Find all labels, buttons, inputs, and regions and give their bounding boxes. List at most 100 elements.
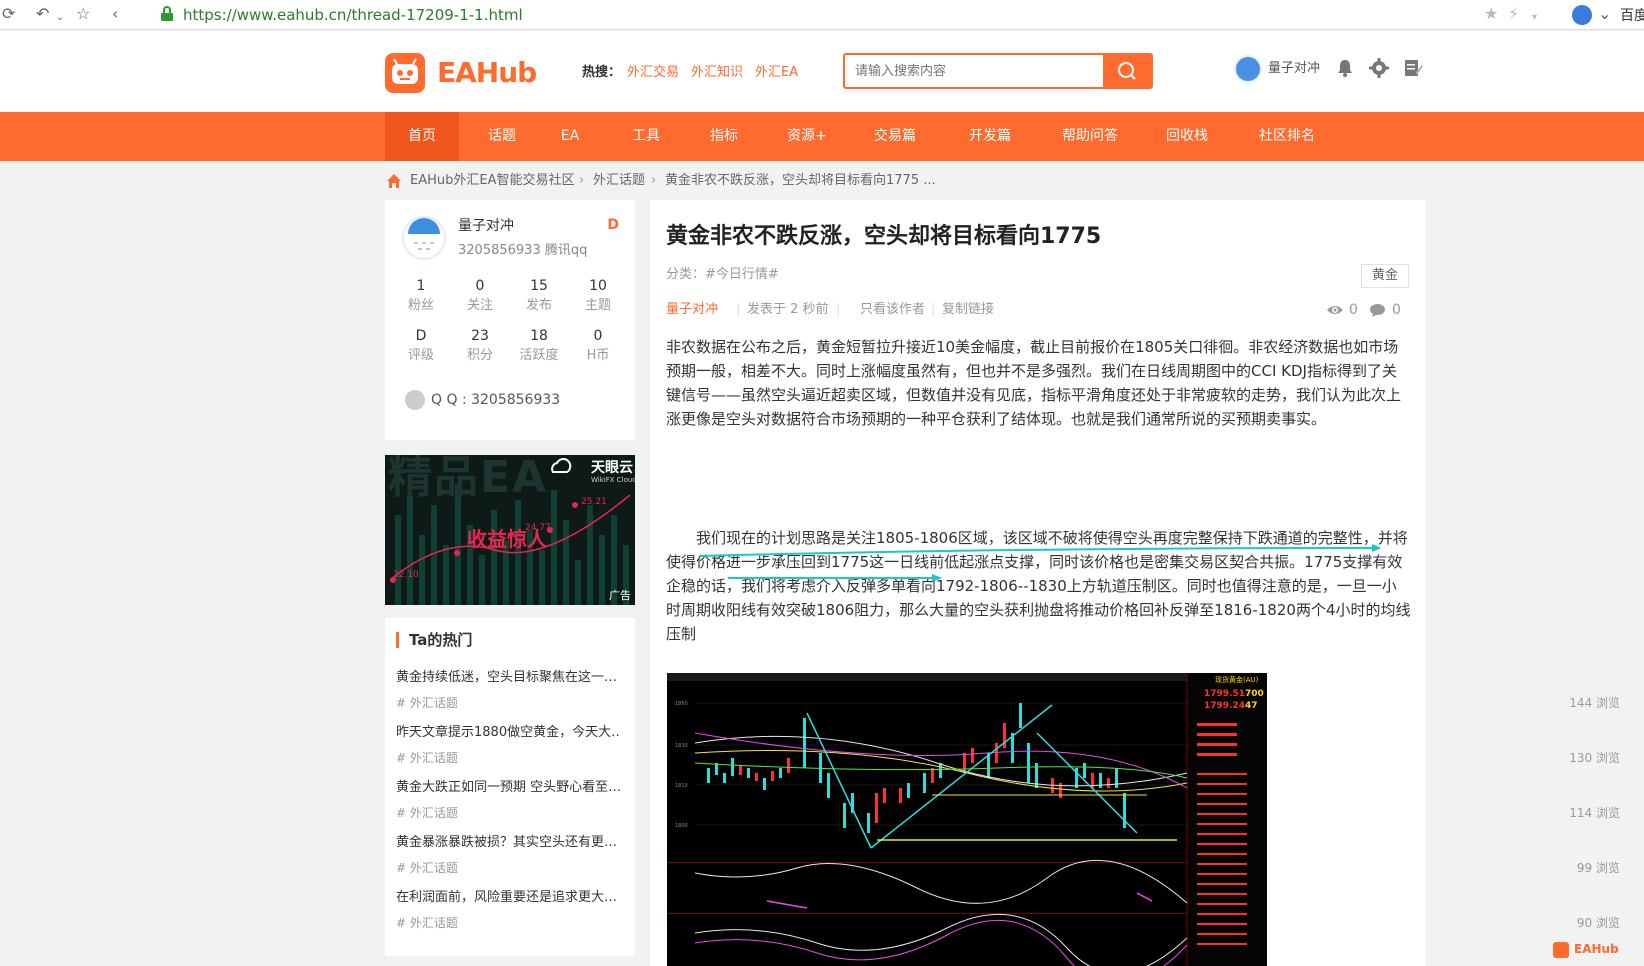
profile-name[interactable]: 量子对冲: [458, 216, 514, 236]
hot-item-category[interactable]: # 外汇话题: [396, 749, 458, 767]
nav-item-indicators[interactable]: 指标: [692, 112, 756, 161]
article-paragraph: 非农数据在公布之后，黄金短暂拉升接近10美金幅度，截止目前报价在1805关口徘徊…: [666, 338, 1402, 428]
nav-item-topics[interactable]: 话题: [470, 112, 534, 161]
svg-text:1800: 1800: [675, 823, 688, 829]
nav-item-ranking[interactable]: 社区排名: [1244, 112, 1330, 161]
nav-item-development[interactable]: 开发篇: [955, 112, 1025, 161]
stat-fans-value[interactable]: 1: [391, 276, 451, 296]
stat-follow-label: 关注: [466, 298, 493, 313]
watermark-text: EAHub: [1574, 942, 1619, 956]
ad-value-2: 24.77: [525, 523, 551, 533]
undo-icon[interactable]: ↶: [36, 4, 49, 24]
search-input[interactable]: [845, 55, 1101, 87]
gear-icon[interactable]: [1368, 57, 1390, 79]
breadcrumb-separator: ›: [651, 173, 657, 188]
profile-grade: D: [607, 217, 619, 233]
only-author-link[interactable]: 只看该作者: [860, 300, 925, 320]
hot-item-category[interactable]: # 外汇话题: [396, 804, 458, 822]
stat-threads-value[interactable]: 10: [568, 276, 628, 296]
hot-item-title[interactable]: 黄金暴涨暴跌被损？其实空头还有更…: [396, 833, 621, 853]
watermark-logo-icon: [1553, 942, 1569, 958]
comment-count: 0: [1392, 302, 1401, 318]
nav-item-home[interactable]: 首页: [385, 112, 459, 161]
svg-text:1830: 1830: [675, 743, 688, 749]
breadcrumb-home[interactable]: EAHub外汇EA智能交易社区: [410, 171, 574, 191]
edit-icon[interactable]: [1402, 57, 1424, 79]
comment-icon[interactable]: [1369, 303, 1386, 318]
annotation-arrows: [700, 544, 1380, 582]
article-posted-time: 发表于 2 秒前: [747, 302, 829, 317]
stat-activity-label: 活跃度: [519, 348, 559, 363]
nav-item-ea[interactable]: EA: [545, 112, 595, 161]
header-username[interactable]: 量子对冲: [1268, 59, 1320, 79]
hot-link-forex-knowledge[interactable]: 外汇知识: [691, 63, 743, 83]
chart-price-1: 1799.51: [1204, 689, 1245, 699]
hot-link-forex-ea[interactable]: 外汇EA: [755, 63, 798, 83]
hot-item-title[interactable]: 黄金大跌正如同一预期 空头野心看至…: [396, 778, 621, 798]
stat-follow-value[interactable]: 0: [450, 276, 510, 296]
hot-link-forex-trading[interactable]: 外汇交易: [627, 63, 679, 83]
stat-rating-value: D: [415, 328, 427, 344]
logo-icon[interactable]: [385, 53, 425, 93]
ad-title: 精品EA: [388, 455, 549, 503]
star-icon[interactable]: ☆: [76, 4, 90, 24]
ad-value-3: 22.10: [393, 570, 419, 580]
chevron-down-icon[interactable]: ⌄: [56, 8, 64, 28]
site-header: EAHub 热搜： 外汇交易 外汇知识 外汇EA 量子对冲: [0, 31, 1644, 112]
stat-coins-label: H币: [586, 348, 610, 363]
copy-link[interactable]: 复制链接: [942, 300, 994, 320]
hot-item-category[interactable]: # 外汇话题: [396, 914, 458, 932]
nav-item-resources[interactable]: 资源+: [772, 112, 842, 161]
stat-coins-value: 0: [593, 328, 603, 344]
hot-search-label: 热搜：: [582, 65, 622, 80]
stat-rating-label: 评级: [407, 348, 434, 363]
address-bar[interactable]: https://www.eahub.cn/thread-17209-1-1.ht…: [183, 5, 523, 25]
article-author[interactable]: 量子对冲: [666, 300, 718, 320]
breadcrumb-topics[interactable]: 外汇话题: [593, 171, 645, 191]
lock-icon: [161, 6, 173, 21]
bell-icon[interactable]: [1334, 57, 1356, 79]
favorite-icon[interactable]: ★: [1484, 4, 1498, 24]
ad-banner[interactable]: 精品EA 天眼云 WikiFX Cloud 收益惊人 25.21 24.77 2…: [385, 455, 635, 605]
nav-item-trading[interactable]: 交易篇: [860, 112, 930, 161]
meta-divider: |: [736, 302, 741, 317]
home-icon[interactable]: [386, 173, 402, 189]
nav-item-help[interactable]: 帮助问答: [1050, 112, 1130, 161]
lightning-icon[interactable]: ⚡: [1508, 4, 1519, 24]
stat-points-label: 积分: [466, 348, 493, 363]
chart-graphic: 1850 1830 1810 1800: [667, 673, 1267, 966]
ad-label: 广告: [609, 589, 631, 602]
avatar[interactable]: [1234, 55, 1262, 83]
view-count: 0: [1349, 302, 1358, 318]
article-category[interactable]: 分类：#今日行情#: [666, 265, 779, 285]
stat-points-value: 23: [471, 328, 489, 344]
logo-text[interactable]: EAHub: [437, 53, 537, 93]
baidu-icon[interactable]: [1572, 5, 1592, 25]
breadcrumb-current: 黄金非农不跌反涨，空头却将目标看向1775 ...: [665, 173, 936, 188]
nav-item-tools[interactable]: 工具: [614, 112, 678, 161]
article-title: 黄金非农不跌反涨，空头却将目标看向1775: [666, 224, 1102, 249]
search-button[interactable]: [1103, 55, 1151, 87]
hot-item-title[interactable]: 昨天文章提示1880做空黄金，今天大…: [396, 723, 621, 743]
avatar[interactable]: [402, 216, 446, 260]
hot-item-category[interactable]: # 外汇话题: [396, 859, 458, 877]
browser-toolbar: ⟳ ↶ ⌄ ☆ ‹ https://www.eahub.cn/thread-17…: [0, 0, 1644, 30]
search-engine-label[interactable]: 百度: [1620, 5, 1644, 25]
chart-price-2b: 47: [1245, 701, 1258, 711]
chevron-down-icon[interactable]: ▾: [1532, 8, 1537, 28]
profile-contact: 3205856933 腾讯qq: [458, 243, 588, 258]
reload-icon[interactable]: ⟳: [2, 4, 15, 24]
svg-text:1850: 1850: [675, 701, 688, 707]
chart-panel-title: 现货黄金(AU): [1215, 676, 1259, 684]
back-icon[interactable]: ‹: [112, 4, 118, 24]
meta-divider: |: [931, 302, 936, 317]
stat-posts-value[interactable]: 15: [509, 276, 569, 296]
stat-threads-label: 主题: [584, 298, 611, 313]
chevron-down-icon[interactable]: ⌄: [1598, 4, 1611, 24]
qq-icon: [405, 390, 425, 410]
hot-item-category[interactable]: # 外汇话题: [396, 694, 458, 712]
article-tag[interactable]: 黄金: [1360, 264, 1409, 288]
hot-item-title[interactable]: 黄金持续低迷，空头目标聚焦在这一…: [396, 668, 621, 688]
hot-item-title[interactable]: 在利润面前，风险重要还是追求更大…: [396, 888, 621, 908]
nav-item-recycle[interactable]: 回收栈: [1150, 112, 1224, 161]
